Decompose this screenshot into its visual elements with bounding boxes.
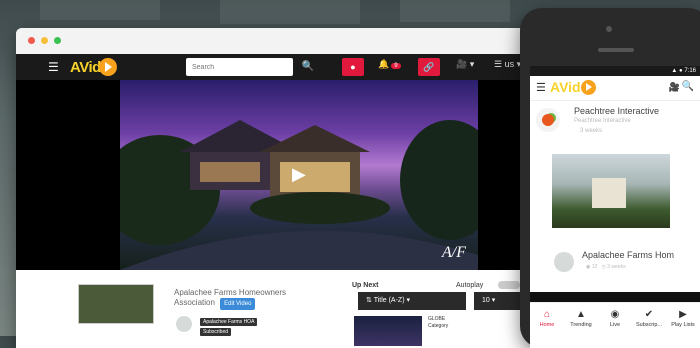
peach-avatar-icon bbox=[536, 108, 560, 132]
video-title: Apalachee Farms Homeowners Association E… bbox=[174, 288, 314, 310]
mobile-logo-text: AVid bbox=[550, 79, 581, 95]
video-player[interactable]: ▶ A/F bbox=[16, 80, 534, 270]
video-camera-icon[interactable]: 🎥 ▾ bbox=[456, 59, 474, 70]
background-panel bbox=[400, 0, 510, 22]
tab-live[interactable]: ◉ Live bbox=[598, 309, 632, 328]
count-select[interactable]: 10 ▾ bbox=[474, 292, 524, 310]
next-video-title: GLOBE bbox=[428, 316, 446, 322]
tab-trending-label: Trending bbox=[570, 322, 592, 328]
app-logo[interactable]: AVid bbox=[70, 56, 117, 78]
logo-play-icon bbox=[98, 58, 117, 76]
next-video-category: Category bbox=[428, 323, 449, 329]
language-label: us bbox=[504, 59, 515, 69]
subscriptions-check-icon: ✔ bbox=[644, 309, 654, 320]
link-button[interactable]: 🔗 bbox=[418, 58, 440, 76]
channel-time: 3 weeks bbox=[580, 128, 603, 134]
sort-value: Title (A-Z) bbox=[373, 297, 405, 304]
mobile-video-avatar[interactable] bbox=[554, 252, 574, 272]
tab-home[interactable]: ⌂ Home bbox=[530, 309, 564, 328]
mobile-video-meta: ◉ 12 ◷ 3 weeks bbox=[586, 264, 626, 270]
channel-name: Peachtree Interactive bbox=[574, 106, 660, 116]
video-frame: ▶ A/F bbox=[120, 80, 478, 270]
tab-playlists[interactable]: ▶ Play Lists bbox=[666, 309, 700, 328]
phone-device: ▲ ● 7:16 ☰ AVid 🎥 🔍 Peachtree Interactiv… bbox=[520, 8, 700, 348]
mobile-video-camera-icon[interactable]: 🎥 bbox=[669, 82, 680, 93]
search-icon[interactable]: 🔍 bbox=[299, 58, 317, 76]
tab-live-label: Live bbox=[609, 322, 621, 328]
menu-icon[interactable]: ☰ bbox=[48, 60, 59, 74]
live-broadcast-icon: ◉ bbox=[610, 309, 620, 320]
browser-chrome bbox=[16, 28, 534, 54]
phone-screen: ▲ ● 7:16 ☰ AVid 🎥 🔍 Peachtree Interactiv… bbox=[530, 66, 700, 348]
mobile-video-title[interactable]: Apalachee Farms Hom bbox=[582, 250, 674, 260]
notification-badge: 9 bbox=[391, 63, 401, 69]
language-flag-icon[interactable]: ☰ us ▾ bbox=[494, 59, 521, 70]
channel-name-chip[interactable]: Apalachee Farms HOA bbox=[200, 318, 258, 326]
up-next-label: Up Next bbox=[352, 282, 379, 289]
next-video-meta: GLOBE Category bbox=[428, 316, 448, 330]
video-info-section: Apalachee Farms Homeowners Association E… bbox=[16, 270, 534, 348]
channel-thumbnail[interactable] bbox=[78, 284, 154, 324]
house-illustration bbox=[592, 178, 626, 208]
sort-select[interactable]: ⇅ Title (A-Z) ▾ bbox=[358, 292, 466, 310]
flame-icon: ▲ bbox=[576, 309, 586, 320]
mobile-header: ☰ AVid 🎥 🔍 bbox=[530, 76, 700, 101]
background-panel bbox=[40, 0, 160, 20]
phone-status-bar: ▲ ● 7:16 bbox=[530, 66, 700, 76]
mobile-logo-play-icon bbox=[580, 79, 596, 95]
subscribed-button[interactable]: Subscribed bbox=[200, 328, 232, 336]
tab-trending[interactable]: ▲ Trending bbox=[564, 309, 598, 328]
mobile-video-views: 12 bbox=[591, 264, 598, 270]
search-input[interactable] bbox=[186, 58, 293, 76]
top-navbar: ☰ AVid 🔍 ● 🔔9 🔗 🎥 ▾ ☰ us ▾ bbox=[16, 54, 534, 80]
edit-video-button[interactable]: Edit Video bbox=[220, 298, 256, 310]
close-window-dot[interactable] bbox=[28, 37, 35, 44]
background-panel bbox=[220, 0, 360, 24]
notifications-icon[interactable]: 🔔 9 bbox=[378, 59, 401, 70]
record-button[interactable]: ● bbox=[342, 58, 364, 76]
home-icon: ⌂ bbox=[543, 309, 551, 320]
watermark-signature: A/F bbox=[442, 244, 466, 261]
play-icon[interactable]: ▶ bbox=[292, 164, 306, 185]
tab-playlists-label: Play Lists bbox=[671, 322, 695, 328]
minimize-window-dot[interactable] bbox=[41, 37, 48, 44]
tab-subscriptions[interactable]: ✔ Subscrip... bbox=[632, 309, 666, 328]
playlist-icon: ▶ bbox=[679, 309, 687, 320]
desktop-browser: ☰ AVid 🔍 ● 🔔9 🔗 🎥 ▾ ☰ us ▾ bbox=[16, 28, 534, 348]
count-value: 10 bbox=[482, 297, 490, 304]
autoplay-toggle[interactable] bbox=[498, 281, 520, 289]
mobile-next-video-strip bbox=[530, 292, 700, 302]
phone-camera bbox=[606, 26, 612, 32]
phone-speaker bbox=[598, 48, 634, 52]
mobile-video-time: 3 weeks bbox=[607, 264, 626, 270]
channel-sub: Peachtree Interactive bbox=[574, 118, 631, 124]
tab-subscriptions-label: Subscrip... bbox=[636, 322, 662, 328]
maximize-window-dot[interactable] bbox=[54, 37, 61, 44]
autoplay-label: Autoplay bbox=[456, 282, 484, 289]
next-video-thumbnail[interactable] bbox=[354, 316, 422, 346]
tab-home-label: Home bbox=[539, 322, 555, 328]
mobile-logo[interactable]: AVid bbox=[550, 79, 596, 95]
mobile-tab-bar: ⌂ Home ▲ Trending ◉ Live ✔ Subscrip... ▶ Play… bbox=[530, 302, 700, 348]
mobile-search-icon[interactable]: 🔍 bbox=[682, 81, 694, 92]
logo-text: AVid bbox=[70, 58, 101, 76]
mobile-video-thumbnail[interactable] bbox=[552, 154, 670, 228]
channel-row[interactable]: Peachtree Interactive Peachtree Interact… bbox=[530, 102, 700, 142]
mobile-menu-icon[interactable]: ☰ bbox=[536, 81, 546, 94]
status-time: 7:16 bbox=[684, 68, 696, 74]
channel-avatar[interactable] bbox=[176, 316, 192, 332]
